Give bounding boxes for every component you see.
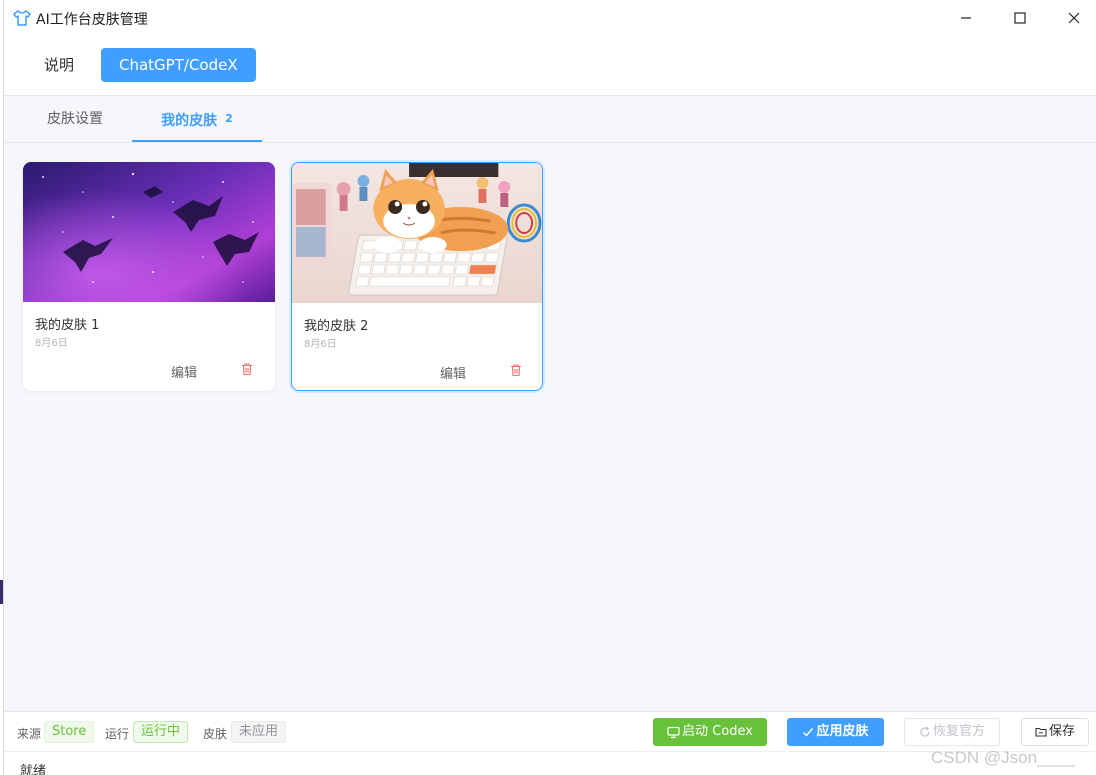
skin-card[interactable]: 我的皮肤 1 8月6日 编辑 — [23, 162, 275, 391]
restore-official-button[interactable]: 恢复官方 — [904, 718, 1000, 746]
tab-instructions[interactable]: 说明 — [26, 48, 92, 82]
minimize-icon — [961, 16, 971, 19]
refresh-icon — [920, 726, 930, 737]
maximize-icon — [1014, 11, 1026, 24]
skin-thumbnail-galaxy — [23, 162, 275, 302]
tab-my-skins-label: 我的皮肤 — [161, 113, 218, 129]
run-status-tag: 运行中 — [133, 721, 189, 743]
top-tab-bar: 说明 ChatGPT/CodeX — [4, 35, 1096, 96]
sub-tab-bar: 皮肤设置 我的皮肤 2 — [4, 96, 1096, 143]
tshirt-icon — [13, 10, 31, 26]
trash-icon[interactable] — [240, 362, 254, 376]
tab-chatgpt-codex[interactable]: ChatGPT/CodeX — [101, 48, 256, 82]
save-button[interactable]: 保存 — [1021, 718, 1089, 746]
launch-codex-button[interactable]: 启动 Codex — [653, 718, 767, 746]
close-icon — [1068, 12, 1080, 23]
tab-skin-settings-label: 皮肤设置 — [47, 111, 103, 127]
apply-skin-label: 应用皮肤 — [816, 724, 869, 739]
skin-thumbnail-cat — [292, 163, 542, 303]
skin-name: 我的皮肤 1 — [35, 318, 100, 333]
skin-date: 8月6日 — [35, 338, 68, 349]
monitor-icon — [667, 726, 680, 738]
launch-codex-label: 启动 Codex — [682, 724, 753, 739]
title-bar: AI工作台皮肤管理 — [4, 0, 1096, 35]
edit-button[interactable]: 编辑 — [171, 362, 197, 381]
tab-my-skins[interactable]: 我的皮肤 2 — [132, 96, 262, 142]
watermark-text: CSDN @Json____ — [931, 748, 1075, 767]
close-button[interactable] — [1051, 0, 1096, 35]
skin-label: 皮肤 — [203, 727, 228, 741]
status-text: 就绪 — [20, 764, 47, 775]
apply-skin-button[interactable]: 应用皮肤 — [787, 718, 884, 746]
skin-date: 8月6日 — [304, 339, 337, 350]
tab-skin-settings[interactable]: 皮肤设置 — [30, 96, 120, 142]
check-icon — [803, 728, 814, 737]
restore-official-label: 恢复官方 — [932, 724, 985, 739]
run-label: 运行 — [105, 727, 130, 741]
edit-button[interactable]: 编辑 — [440, 363, 466, 382]
skin-status-tag: 未应用 — [231, 721, 287, 743]
skin-count-badge: 2 — [225, 112, 233, 125]
maximize-button[interactable] — [997, 0, 1043, 35]
app-window: AI工作台皮肤管理 说明 ChatGPT/CodeX 皮肤设置 我的皮肤 2 我… — [3, 0, 1096, 775]
window-title: AI工作台皮肤管理 — [36, 12, 148, 28]
folder-icon — [1035, 727, 1047, 737]
trash-icon[interactable] — [509, 363, 523, 377]
skin-card[interactable]: 我的皮肤 2 8月6日 编辑 — [291, 162, 543, 391]
save-label: 保存 — [1048, 724, 1075, 739]
bottom-toolbar: 来源 Store 运行 运行中 皮肤 未应用 启动 Codex 应用皮肤 恢复官… — [4, 711, 1096, 751]
skin-name: 我的皮肤 2 — [304, 319, 369, 334]
source-label: 来源 — [17, 727, 42, 741]
source-tag: Store — [44, 721, 95, 743]
minimize-button[interactable] — [943, 0, 989, 35]
